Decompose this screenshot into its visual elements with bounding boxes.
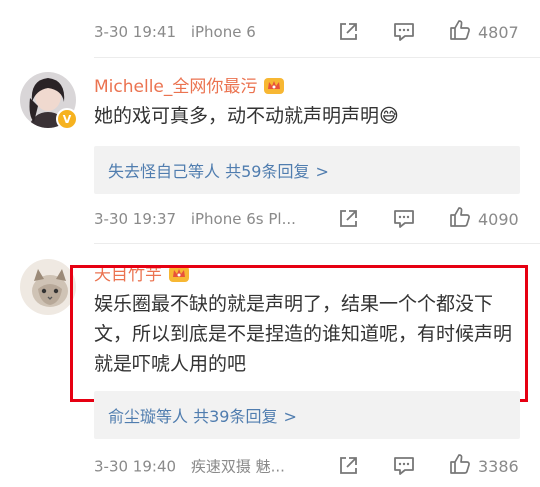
comment-device: iPhone 6	[190, 23, 256, 41]
comment-time: 3-30 19:41	[94, 23, 177, 41]
like-count: 3386	[478, 456, 519, 476]
like-count: 4807	[478, 22, 519, 42]
comment-time: 3-30 19:40	[94, 457, 177, 476]
comment-meta: 3-30 19:37 iPhone 6s Pl...	[94, 210, 306, 228]
like-button[interactable]: 3386	[448, 452, 519, 480]
thumbs-up-icon	[448, 18, 472, 46]
share-icon[interactable]	[336, 20, 360, 44]
comment-icon[interactable]	[392, 20, 416, 44]
share-icon[interactable]	[336, 454, 360, 478]
thumbs-up-icon	[448, 205, 472, 233]
reply-others: 等人	[188, 162, 221, 181]
comment-content: 她的戏可真多，动不动就声明声明😅	[94, 105, 399, 127]
like-count: 4090	[478, 209, 519, 229]
reply-summary-text: 失去怪自己等人 共59条回复 >	[108, 158, 329, 182]
thumbs-up-icon	[448, 452, 472, 480]
reply-user[interactable]: 失去怪自己	[108, 162, 188, 181]
reply-count[interactable]: 共59条回复	[225, 162, 309, 181]
comment-icon[interactable]	[392, 454, 416, 478]
like-button[interactable]: 4090	[448, 205, 519, 233]
verified-badge-icon: V	[56, 108, 78, 130]
username-text: Michelle_全网你最污	[94, 77, 258, 97]
chevron-right-icon: >	[283, 407, 297, 426]
reply-others: 等人	[156, 407, 189, 426]
comment-meta: 3-30 19:40 疾速双摄 魅...	[94, 456, 295, 477]
reply-summary[interactable]: 俞尘璇等人 共39条回复 >	[94, 391, 520, 439]
comment-device: 疾速双摄 魅...	[190, 457, 285, 476]
reply-summary[interactable]: 失去怪自己等人 共59条回复 >	[94, 146, 520, 194]
comment-meta-row: 3-30 19:40 疾速双摄 魅... 3386	[0, 446, 540, 486]
share-icon[interactable]	[336, 207, 360, 231]
comment-time: 3-30 19:37	[94, 210, 177, 228]
divider	[94, 243, 540, 244]
chevron-right-icon: >	[315, 162, 329, 181]
comment-meta: 3-30 19:41 iPhone 6	[94, 23, 266, 41]
divider	[94, 57, 540, 58]
reply-count[interactable]: 共39条回复	[193, 407, 277, 426]
reply-summary-text: 俞尘璇等人 共39条回复 >	[108, 403, 297, 427]
username[interactable]: Michelle_全网你最污	[94, 72, 285, 100]
highlight-box	[70, 265, 528, 402]
like-button[interactable]: 4807	[448, 18, 519, 46]
comment-meta-row: 3-30 19:41 iPhone 6 4807	[0, 12, 540, 52]
reply-user[interactable]: 俞尘璇	[108, 407, 156, 426]
comment-device: iPhone 6s Pl...	[190, 210, 296, 228]
avatar[interactable]	[20, 259, 76, 315]
crown-badge-icon	[263, 77, 285, 100]
comment-icon[interactable]	[392, 207, 416, 231]
comment-meta-row: 3-30 19:37 iPhone 6s Pl... 4090	[0, 199, 540, 239]
